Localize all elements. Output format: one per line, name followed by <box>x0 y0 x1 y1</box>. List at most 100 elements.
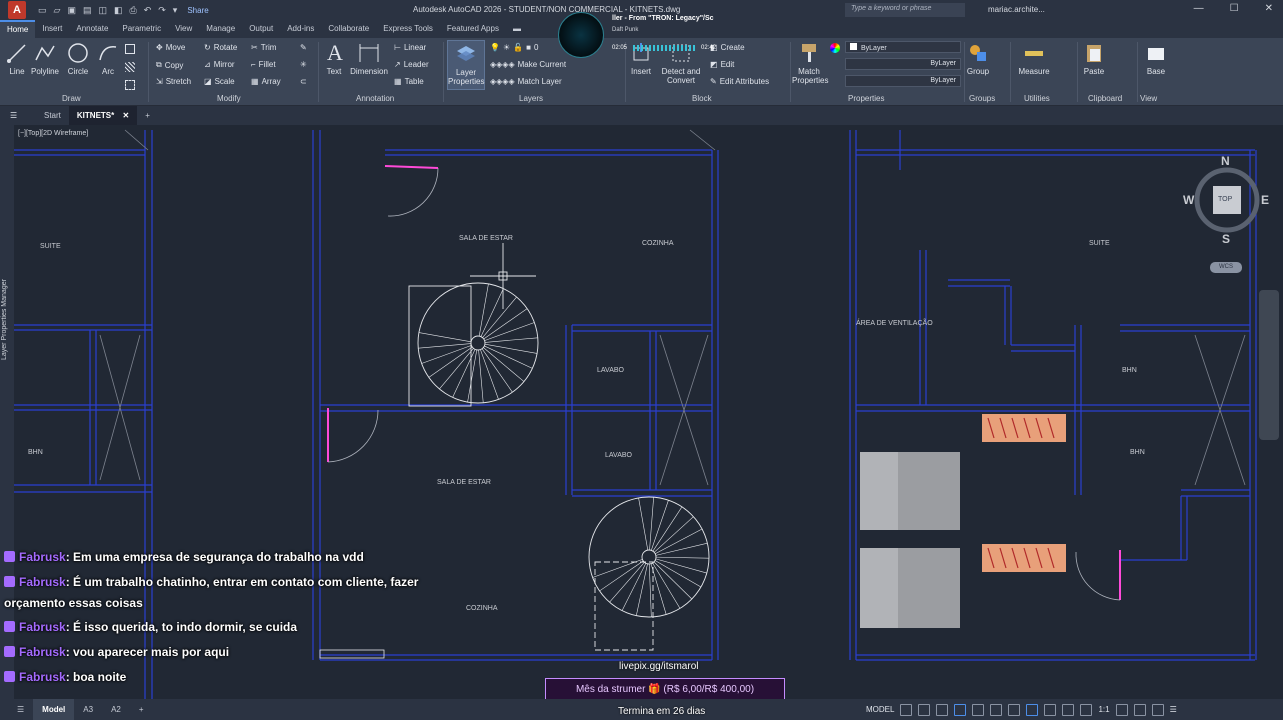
clipboard-group-title[interactable]: Clipboard <box>1088 94 1122 103</box>
arc-button[interactable]: Arc <box>97 42 119 76</box>
tab-insert[interactable]: Insert <box>35 20 69 38</box>
tab-output[interactable]: Output <box>242 20 280 38</box>
menu-icon[interactable]: ☰ <box>10 111 22 120</box>
measure-button[interactable]: Measure <box>1016 42 1052 76</box>
view-group-title[interactable]: View <box>1140 94 1157 103</box>
autocad-logo[interactable]: A <box>8 1 26 19</box>
linear-button[interactable]: ⊢ Linear <box>394 43 426 52</box>
new-file-icon[interactable]: ▭ <box>38 5 47 16</box>
paste-button[interactable]: Paste <box>1082 42 1106 76</box>
search-input[interactable]: Type a keyword or phrase <box>845 3 965 17</box>
hatch-tool[interactable] <box>125 62 135 72</box>
start-tab[interactable]: Start <box>36 106 69 125</box>
layer-properties-button[interactable]: Layer Properties <box>447 40 485 90</box>
tab-annotate[interactable]: Annotate <box>69 20 115 38</box>
lineweight-icon[interactable] <box>1008 703 1021 716</box>
customize-dropdown-icon[interactable]: ▾ <box>173 5 178 16</box>
maximize-button[interactable]: ☐ <box>1230 3 1239 14</box>
text-button[interactable]: A Text <box>324 42 344 77</box>
move-button[interactable]: ✥ Move <box>156 43 185 52</box>
compass-north[interactable]: N <box>1221 154 1230 168</box>
color-dropdown[interactable]: ByLayer <box>845 41 961 53</box>
grid-icon[interactable] <box>900 703 913 716</box>
tab-featured-apps[interactable]: Featured Apps <box>440 20 506 38</box>
customize-icon[interactable]: ☰ <box>1170 705 1177 714</box>
polyline-button[interactable]: Polyline <box>30 42 60 76</box>
wcs-menu[interactable]: WCS <box>1210 262 1242 273</box>
modify-group-title[interactable]: Modify <box>217 94 241 103</box>
leader-button[interactable]: ↗ Leader <box>394 60 429 69</box>
open-file-icon[interactable]: ▱ <box>54 5 61 16</box>
close-window-button[interactable]: ✕ <box>1265 3 1273 14</box>
lineweight-dropdown[interactable]: ByLayer <box>845 75 961 87</box>
close-tab-icon[interactable]: ✕ <box>122 111 129 120</box>
tab-collaborate[interactable]: Collaborate <box>321 20 376 38</box>
boundary-tool[interactable] <box>125 80 135 90</box>
match-properties-button[interactable]: Match Properties <box>792 42 828 85</box>
layer-tools-row-1[interactable]: ◈◈◈◈ Make Current <box>490 60 566 69</box>
group-button[interactable]: Group <box>966 42 990 76</box>
auto-scale-icon[interactable] <box>1080 703 1093 716</box>
tab-express-tools[interactable]: Express Tools <box>376 20 440 38</box>
web-save-icon[interactable]: ◧ <box>114 5 123 16</box>
layer-properties-manager-label[interactable]: Layer Properties Manager <box>1 279 8 360</box>
osnap-icon[interactable] <box>972 703 985 716</box>
new-tab-button[interactable]: + <box>137 106 158 125</box>
fullscreen-icon[interactable] <box>1151 703 1164 716</box>
compass-west[interactable]: W <box>1183 193 1194 207</box>
model-space-toggle[interactable]: MODEL <box>866 705 894 714</box>
menu-icon[interactable]: ☰ <box>8 699 33 720</box>
navigation-bar[interactable] <box>1259 290 1279 440</box>
viewport-controls[interactable]: [−][Top][2D Wireframe] <box>18 130 88 137</box>
line-button[interactable]: Line <box>6 42 28 76</box>
model-tab[interactable]: Model <box>33 699 75 720</box>
viewcube-top-face[interactable]: TOP <box>1218 196 1232 203</box>
tab-home[interactable]: Home <box>0 20 36 38</box>
save-icon[interactable]: ▣ <box>67 5 76 16</box>
undo-icon[interactable]: ↶ <box>144 5 152 16</box>
array-button[interactable]: ▦ Array <box>251 77 281 86</box>
block-group-title[interactable]: Block <box>692 94 712 103</box>
transparency-icon[interactable] <box>1026 703 1039 716</box>
layer-tools-row-2[interactable]: ◈◈◈◈ Match Layer <box>490 77 562 86</box>
offset-tool[interactable]: ⊂ <box>300 77 307 86</box>
user-account[interactable]: mariac.archite... <box>988 5 1045 14</box>
selection-cycling-icon[interactable] <box>1044 703 1057 716</box>
fillet-button[interactable]: ⌐ Fillet <box>251 60 276 69</box>
viewcube[interactable]: N S E W TOP <box>1183 154 1269 248</box>
print-icon[interactable]: ⎙ <box>130 5 137 16</box>
scale-button[interactable]: ◪ Scale <box>204 77 235 86</box>
minimize-button[interactable]: — <box>1194 3 1204 14</box>
annotation-group-title[interactable]: Annotation <box>356 94 394 103</box>
annotation-scale[interactable]: 1:1 <box>1098 705 1109 714</box>
erase-tool[interactable]: ✎ <box>300 43 307 52</box>
web-open-icon[interactable]: ◫ <box>98 5 107 16</box>
kitnets-tab[interactable]: KITNETS* ✕ <box>68 106 138 125</box>
layer-manager-strip[interactable] <box>0 125 14 699</box>
compass-east[interactable]: E <box>1261 193 1269 207</box>
polar-icon[interactable] <box>954 703 967 716</box>
layout-tab-a3[interactable]: A3 <box>74 699 102 720</box>
share-button[interactable]: Share <box>187 6 208 15</box>
annotation-visibility-icon[interactable] <box>1062 703 1075 716</box>
snap-icon[interactable] <box>918 703 931 716</box>
match-layer-label[interactable]: Match Layer <box>518 77 562 86</box>
base-view-button[interactable]: Base <box>1144 42 1168 76</box>
ribbon-minimize-icon[interactable]: ▬ <box>506 20 528 38</box>
tab-view[interactable]: View <box>168 20 199 38</box>
mirror-button[interactable]: ⊿ Mirror <box>204 60 235 69</box>
layers-group-title[interactable]: Layers <box>519 94 543 103</box>
layout-tab-a2[interactable]: A2 <box>102 699 130 720</box>
groups-group-title[interactable]: Groups <box>969 94 995 103</box>
linetype-dropdown[interactable]: ByLayer <box>845 58 961 70</box>
save-as-icon[interactable]: ▤ <box>83 5 92 16</box>
tab-manage[interactable]: Manage <box>199 20 242 38</box>
layer-state-icons[interactable]: 💡 ☀ 🔓 ■ 0 <box>490 43 538 52</box>
redo-icon[interactable]: ↷ <box>158 5 166 16</box>
table-button[interactable]: ▦ Table <box>394 77 424 86</box>
isolate-objects-icon[interactable] <box>1133 703 1146 716</box>
add-layout-button[interactable]: + <box>130 699 153 720</box>
rotate-button[interactable]: ↻ Rotate <box>204 43 237 52</box>
edit-attributes-button[interactable]: ✎ Edit Attributes <box>710 77 769 86</box>
dimension-button[interactable]: Dimension <box>349 42 389 76</box>
